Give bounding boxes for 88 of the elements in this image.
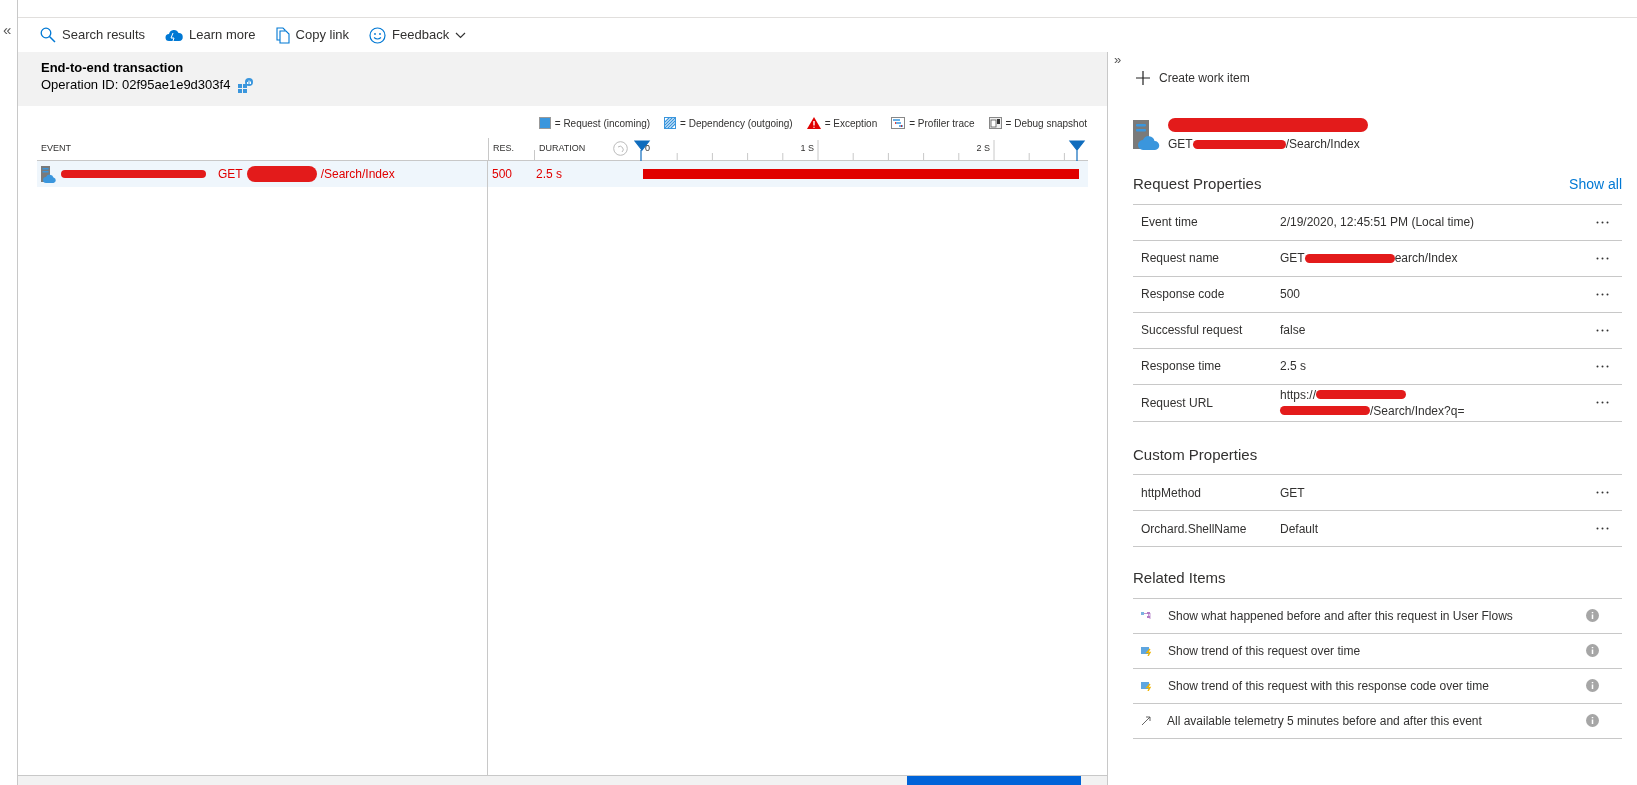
- legend-label: = Debug snapshot: [1005, 116, 1087, 131]
- chart-icon: [1141, 680, 1152, 691]
- info-icon: [1586, 714, 1599, 727]
- search-results-button[interactable]: Search results: [40, 25, 146, 45]
- flow-icon: [1141, 610, 1152, 621]
- more-options-icon[interactable]: [1596, 364, 1609, 368]
- show-all-link[interactable]: Show all: [1569, 173, 1622, 195]
- text: GET: [1280, 250, 1305, 267]
- more-options-icon[interactable]: [1596, 491, 1609, 494]
- related-item[interactable]: Show trend of this request over time: [1133, 633, 1622, 669]
- more-options-icon[interactable]: [1596, 328, 1609, 332]
- create-work-item-button[interactable]: Create work item: [1136, 69, 1622, 87]
- analytics-icon: [238, 77, 254, 93]
- more-options-icon[interactable]: [1596, 527, 1609, 530]
- text: /Search/Index?q=: [1370, 402, 1465, 420]
- text: GET: [1280, 484, 1305, 502]
- range-end-handle[interactable]: [1069, 140, 1086, 161]
- event-row[interactable]: GET /Search/Index: [37, 161, 487, 187]
- server-cloud-icon: [41, 165, 57, 183]
- legend-label: = Profiler trace: [909, 116, 975, 131]
- property-label: Response code: [1140, 286, 1226, 303]
- related-item[interactable]: Show trend of this request with this response code over time: [1133, 668, 1622, 704]
- section-title: Request Properties: [1133, 174, 1262, 194]
- property-label: Response time: [1140, 358, 1223, 375]
- smiley-icon: [369, 26, 387, 44]
- cloud-icon: [165, 29, 184, 41]
- learn-more-button[interactable]: Learn more: [165, 25, 256, 45]
- more-options-icon[interactable]: [1596, 292, 1609, 296]
- text: earch/Index: [1394, 250, 1458, 267]
- arrow-icon: [1141, 715, 1151, 726]
- text: GET: [218, 166, 243, 183]
- text: 2/19/2020, 12:45:51 PM (Local time): [1280, 214, 1475, 231]
- legend-label: = Request (incoming): [554, 116, 651, 131]
- chart-icon: [1141, 645, 1152, 656]
- collapse-button[interactable]: «: [0, 18, 17, 37]
- column-header: EVENT: [41, 142, 71, 153]
- related-item[interactable]: Show what happened before and after this request in User Flows: [1133, 598, 1622, 634]
- debug-snapshot-icon: [988, 117, 1002, 129]
- legend-label: = Dependency (outgoing): [680, 116, 793, 131]
- profiler-trace-icon: [891, 117, 906, 129]
- text: 500: [1280, 286, 1301, 303]
- copy-link-button[interactable]: Copy link: [275, 25, 350, 45]
- section-title: Related Items: [1133, 569, 1226, 586]
- plus-icon: [1136, 71, 1150, 85]
- legend-label: = Exception: [824, 116, 878, 131]
- warning-icon: [806, 117, 821, 129]
- panel-title: End-to-end transaction: [41, 59, 185, 76]
- scrollbar-thumb[interactable]: [907, 776, 1081, 785]
- property-label: Event time: [1140, 214, 1199, 231]
- info-icon: [1586, 679, 1599, 692]
- text: 2.5 s: [1280, 358, 1306, 375]
- text: GET: [1168, 136, 1193, 153]
- chevron-down-icon: [455, 31, 467, 39]
- info-icon: [1586, 644, 1599, 657]
- duration-text: 2.5 s: [535, 166, 563, 183]
- range-start-handle[interactable]: [634, 140, 651, 161]
- response-code: 500: [491, 166, 514, 183]
- property-label: Request URL: [1140, 394, 1215, 412]
- property-label: Orchard.ShellName: [1140, 520, 1248, 538]
- tick-label: 0: [645, 142, 650, 155]
- section-title: Custom Properties: [1133, 444, 1258, 465]
- redaction-mark: [246, 166, 317, 182]
- tick-label: 2 S: [976, 142, 990, 155]
- text: /Search/Index: [1285, 136, 1360, 153]
- column-header: DURATION: [539, 141, 586, 155]
- related-item[interactable]: All available telemetry 5 minutes before and after this event: [1133, 703, 1622, 739]
- expand-button[interactable]: »: [1114, 53, 1622, 66]
- reset-zoom-icon: [613, 141, 628, 156]
- text: false: [1280, 322, 1306, 339]
- property-label: Successful request: [1140, 322, 1244, 339]
- info-icon: [1586, 609, 1599, 622]
- search-icon: [40, 27, 56, 43]
- property-label: Request name: [1140, 250, 1221, 267]
- request-swatch-icon: [538, 117, 551, 129]
- feedback-button[interactable]: Feedback: [369, 25, 467, 45]
- text: /Search/Index: [320, 166, 395, 183]
- text: Default: [1280, 520, 1319, 538]
- server-cloud-icon: [1133, 120, 1162, 150]
- dependency-swatch-icon: [664, 117, 677, 129]
- copy-icon: [275, 26, 290, 44]
- more-options-icon[interactable]: [1596, 401, 1609, 404]
- tick-label: 1 S: [800, 142, 814, 155]
- more-options-icon[interactable]: [1596, 220, 1609, 224]
- operation-id: Operation ID: 02f95ae1e9d303f4: [41, 76, 231, 94]
- property-label: httpMethod: [1140, 484, 1203, 502]
- text: https://: [1280, 386, 1317, 404]
- column-header: RES.: [493, 141, 514, 155]
- more-options-icon[interactable]: [1596, 256, 1609, 260]
